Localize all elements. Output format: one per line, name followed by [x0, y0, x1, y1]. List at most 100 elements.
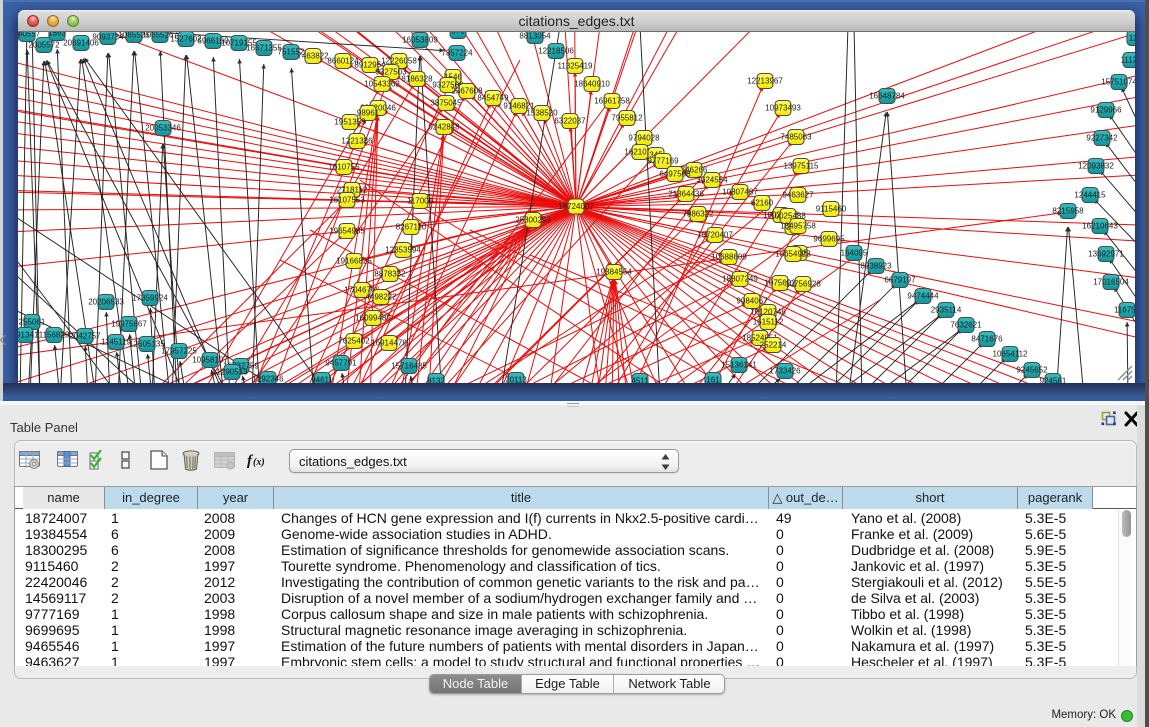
svg-text:9777169: 9777169 [647, 157, 679, 166]
svg-text:2005572: 2005572 [28, 41, 60, 50]
svg-text:(x): (x) [253, 457, 265, 468]
svg-text:9227342: 9227342 [1086, 134, 1118, 143]
svg-text:20053346: 20053346 [145, 124, 181, 133]
svg-text:3624554: 3624554 [696, 176, 728, 185]
svg-text:9474444: 9474444 [907, 292, 939, 301]
svg-text:13692971: 13692971 [1088, 250, 1124, 259]
svg-text:111: 111 [1129, 34, 1135, 43]
svg-text:8267110: 8267110 [396, 223, 427, 232]
svg-text:25300293: 25300293 [515, 216, 551, 225]
svg-text:8938923: 8938923 [860, 262, 892, 271]
svg-text:140557: 140557 [18, 32, 41, 39]
svg-text:7485063: 7485063 [780, 133, 812, 142]
svg-text:17016504: 17016504 [1093, 278, 1129, 287]
svg-text:2935114: 2935114 [931, 306, 962, 315]
svg-text:7625402: 7625402 [338, 337, 370, 346]
svg-text:1863: 1863 [48, 32, 66, 38]
svg-text:9457791: 9457791 [325, 359, 357, 368]
svg-text:1292346: 1292346 [252, 375, 284, 384]
svg-text:7632621: 7632621 [950, 321, 982, 330]
svg-text:10543362: 10543362 [364, 80, 400, 89]
svg-text:8878332: 8878332 [374, 270, 406, 279]
svg-text:15716485: 15716485 [391, 362, 427, 371]
svg-text:10807487: 10807487 [722, 188, 758, 197]
svg-text:7955812: 7955812 [611, 114, 643, 123]
svg-text:1615112: 1615112 [753, 318, 784, 327]
svg-text:991341: 991341 [18, 331, 39, 340]
svg-text:16654923: 16654923 [775, 250, 811, 259]
svg-text:12353594: 12353594 [385, 246, 421, 255]
svg-text:9242848: 9242848 [428, 123, 460, 132]
svg-text:94611: 94611 [311, 376, 333, 384]
svg-text:16914479: 16914479 [371, 339, 407, 348]
svg-text:8215958: 8215958 [1052, 207, 1084, 216]
svg-text:17359924: 17359924 [132, 294, 168, 303]
svg-text:16107553: 16107553 [329, 196, 365, 205]
svg-text:4498222: 4498222 [365, 293, 397, 302]
svg-text:1156829: 1156829 [39, 331, 70, 340]
svg-text:7986322: 7986322 [682, 210, 714, 219]
svg-text:6497568: 6497568 [659, 170, 691, 179]
svg-text:21364436: 21364436 [668, 190, 704, 199]
svg-text:16210643: 16210643 [1082, 222, 1118, 231]
svg-text:11124: 11124 [1120, 56, 1135, 65]
svg-text:20113: 20113 [505, 376, 527, 384]
svg-text:13975115: 13975115 [784, 162, 820, 171]
svg-text:19975867: 19975867 [111, 320, 147, 329]
svg-text:16648784: 16648784 [869, 92, 905, 101]
svg-text:8471676: 8471676 [971, 335, 1003, 344]
svg-text:1538520: 1538520 [526, 109, 558, 118]
svg-text:1733426: 1733426 [769, 367, 801, 376]
svg-text:1145119: 1145119 [101, 338, 132, 347]
svg-text:2042757: 2042757 [69, 332, 101, 341]
svg-text:15136141: 15136141 [721, 361, 757, 370]
svg-text:11325419: 11325419 [558, 62, 594, 71]
svg-text:116753: 116753 [1114, 306, 1135, 315]
svg-text:10654112: 10654112 [993, 350, 1029, 359]
svg-text:12093832: 12093832 [1078, 162, 1114, 171]
svg-text:9463627: 9463627 [782, 191, 814, 200]
svg-text:8186328: 8186328 [401, 75, 433, 84]
svg-text:98961: 98961 [357, 109, 380, 118]
svg-text:18724007: 18724007 [558, 202, 594, 211]
svg-text:10973493: 10973493 [765, 104, 801, 113]
svg-text:7357224: 7357224 [441, 49, 473, 58]
svg-text:255061: 255061 [19, 318, 46, 327]
svg-text:9115460: 9115460 [816, 205, 847, 214]
svg-text:7463822: 7463822 [297, 52, 329, 61]
svg-text:8813054: 8813054 [519, 32, 551, 41]
svg-text:161: 161 [706, 376, 720, 384]
svg-text:19654985: 19654985 [329, 227, 365, 236]
svg-text:12505135: 12505135 [129, 340, 165, 349]
svg-text:252214: 252214 [760, 341, 787, 350]
svg-text:9699695: 9699695 [813, 235, 845, 244]
svg-text:1290513: 1290513 [216, 368, 248, 377]
svg-text:1610755: 1610755 [328, 163, 360, 172]
svg-text:9794028: 9794028 [628, 134, 660, 143]
svg-text:16961758: 16961758 [594, 97, 630, 106]
svg-text:12218506: 12218506 [538, 47, 574, 56]
svg-text:3875045: 3875045 [430, 99, 462, 108]
svg-text:975: 975 [451, 32, 465, 36]
svg-text:17957225: 17957225 [161, 347, 197, 356]
svg-text:62160: 62160 [751, 199, 774, 208]
svg-text:18495758: 18495758 [780, 222, 816, 231]
svg-text:164095: 164095 [841, 249, 868, 258]
svg-text:15751074: 15751074 [1101, 78, 1135, 87]
svg-text:9129966: 9129966 [1090, 106, 1122, 115]
svg-text:15720407: 15720407 [697, 231, 733, 240]
svg-text:6322037: 6322037 [554, 117, 586, 126]
svg-text:117006: 117006 [407, 197, 434, 206]
svg-text:16053809: 16053809 [402, 36, 438, 45]
svg-text:9245652: 9245652 [1016, 366, 1048, 375]
svg-text:1244415: 1244415 [1074, 191, 1106, 200]
svg-text:6679197: 6679197 [884, 276, 916, 285]
svg-text:12213967: 12213967 [747, 77, 783, 86]
svg-text:19166825: 19166825 [336, 257, 372, 266]
svg-text:20206533: 20206533 [88, 298, 124, 307]
svg-text:1221336: 1221336 [341, 137, 373, 146]
svg-text:10756928: 10756928 [785, 280, 821, 289]
svg-text:19384554: 19384554 [596, 268, 632, 277]
svg-text:18807249: 18807249 [722, 275, 758, 284]
svg-text:1951358: 1951358 [334, 118, 366, 127]
